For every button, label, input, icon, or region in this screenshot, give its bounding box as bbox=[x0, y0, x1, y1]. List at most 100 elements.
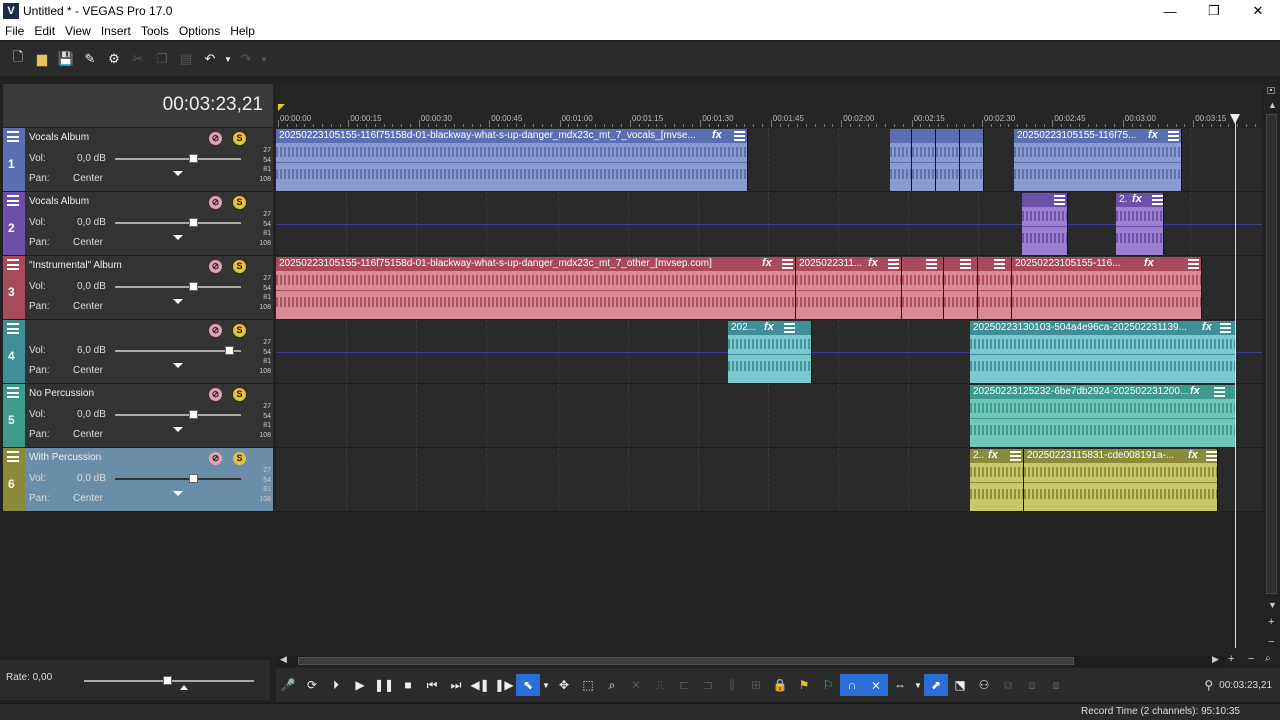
track-lane-2[interactable]: 2. fx bbox=[276, 192, 1262, 256]
event-menu-icon[interactable] bbox=[1188, 259, 1199, 269]
track-name[interactable]: No Percussion bbox=[29, 388, 94, 399]
event-header[interactable] bbox=[890, 129, 911, 143]
normal-edit-tool-icon[interactable]: ⬉ bbox=[516, 674, 540, 696]
volume-slider[interactable] bbox=[115, 222, 241, 224]
trim-end-icon[interactable]: ⊐ bbox=[696, 674, 720, 696]
mute-icon[interactable]: ⊘ bbox=[209, 452, 222, 465]
volume-slider-knob[interactable] bbox=[189, 474, 198, 483]
audio-event[interactable] bbox=[912, 129, 936, 191]
volume-slider-knob[interactable] bbox=[225, 346, 234, 355]
audio-event[interactable] bbox=[902, 257, 944, 319]
track-lane-6[interactable]: 2.. fx 20250223115831-cde008191a-... fx bbox=[276, 448, 1262, 512]
track-name[interactable]: With Percussion bbox=[29, 452, 101, 463]
copy-icon[interactable]: ❐ bbox=[150, 48, 174, 70]
loop-playback-icon[interactable]: ⟳ bbox=[300, 674, 324, 696]
audio-event[interactable]: 20250223115831-cde008191a-... fx bbox=[1024, 449, 1218, 511]
track-header-6[interactable]: 6 With Percussion ⊘ S Vol: 0,0 dB Pan: C… bbox=[3, 448, 273, 512]
track-header-2[interactable]: 2 Vocals Album ⊘ S Vol: 0,0 dB Pan: Cent… bbox=[3, 192, 273, 256]
volume-slider-knob[interactable] bbox=[189, 154, 198, 163]
event-header[interactable] bbox=[936, 129, 959, 143]
insert-region-icon[interactable]: ⚐ bbox=[816, 674, 840, 696]
go-to-end-icon[interactable]: ⏭ bbox=[444, 674, 468, 696]
event-fx-icon[interactable]: fx bbox=[1202, 321, 1212, 333]
solo-icon[interactable]: S bbox=[233, 260, 246, 273]
menu-insert[interactable]: Insert bbox=[96, 24, 136, 38]
vertical-scrollbar[interactable]: 🞔 ▲ ▼ + − bbox=[1264, 84, 1280, 654]
event-fx-icon[interactable]: fx bbox=[988, 449, 998, 461]
menu-help[interactable]: Help bbox=[225, 24, 260, 38]
save-icon[interactable]: 💾 bbox=[54, 48, 78, 70]
menu-view[interactable]: View bbox=[60, 24, 96, 38]
track-lane-5[interactable]: 20250223125232-6be7db2924-202502231200..… bbox=[276, 384, 1262, 448]
play-icon[interactable]: ▶ bbox=[348, 674, 372, 696]
event-menu-icon[interactable] bbox=[1168, 131, 1179, 141]
audio-event[interactable]: 202... fx bbox=[728, 321, 812, 383]
track-lane-4[interactable]: 202... fx 20250223130103-504a4e96ca-202502… bbox=[276, 320, 1262, 384]
pan-slider-knob[interactable] bbox=[173, 171, 183, 176]
audio-event[interactable]: 20250223105155-116f75... fx bbox=[1014, 129, 1182, 191]
event-fx-icon[interactable]: fx bbox=[1190, 385, 1200, 397]
audio-event[interactable]: 20250223130103-504a4e96ca-202502231139..… bbox=[970, 321, 1236, 383]
scroll-left-icon[interactable]: ◀ bbox=[280, 654, 287, 665]
snapping-magnet-icon[interactable]: ∩ bbox=[840, 674, 864, 696]
audio-event[interactable] bbox=[944, 257, 978, 319]
pin-icon[interactable]: 🞔 bbox=[1267, 86, 1275, 97]
vertical-scroll-thumb[interactable] bbox=[1266, 114, 1277, 594]
paste-icon[interactable]: ▤ bbox=[174, 48, 198, 70]
track-header-4[interactable]: 4 ⊘ S Vol: 6,0 dB Pan: Center 27 54 81 108 bbox=[3, 320, 273, 384]
event-menu-icon[interactable] bbox=[734, 131, 745, 141]
event-fx-icon[interactable]: fx bbox=[762, 257, 772, 269]
playhead-cursor[interactable] bbox=[1235, 118, 1236, 648]
zoom-edit-tool-icon[interactable]: ⌕ bbox=[600, 674, 624, 696]
zoom-in-vertical-icon[interactable]: + bbox=[1268, 616, 1274, 628]
edit-tool-dropdown-icon[interactable]: ▼ bbox=[540, 674, 552, 696]
show-sub-tracks-icon[interactable]: ⧈ bbox=[1020, 674, 1044, 696]
event-fx-icon[interactable]: fx bbox=[764, 321, 774, 333]
volume-slider[interactable] bbox=[115, 414, 241, 416]
loop-marker-icon[interactable] bbox=[278, 104, 285, 111]
track-menu-icon[interactable] bbox=[7, 131, 19, 142]
event-header[interactable]: 2025022311... bbox=[796, 257, 901, 271]
cut-icon[interactable]: ✂ bbox=[126, 48, 150, 70]
event-pan-crop-icon[interactable]: ⚇ bbox=[972, 674, 996, 696]
volume-envelope[interactable] bbox=[276, 224, 1262, 225]
timeline-ruler[interactable]: 00:00:00 00:00:15 00:00:30 00:00:45 00:01:00… bbox=[276, 84, 1262, 127]
volume-slider-knob[interactable] bbox=[189, 410, 198, 419]
pan-slider-knob[interactable] bbox=[173, 363, 183, 368]
audio-event[interactable]: 2. fx bbox=[1116, 193, 1164, 255]
lock-envelopes-icon[interactable]: ⬈ bbox=[924, 674, 948, 696]
undo-icon[interactable]: ↶ bbox=[198, 48, 222, 70]
close-button[interactable]: ✕ bbox=[1236, 0, 1280, 22]
event-header[interactable]: 20250223130103-504a4e96ca-202502231139..… bbox=[970, 321, 1235, 335]
stop-icon[interactable]: ■ bbox=[396, 674, 420, 696]
horizontal-scroll-thumb[interactable] bbox=[298, 657, 1074, 665]
delete-icon[interactable]: ✕ bbox=[624, 674, 648, 696]
pan-slider-knob[interactable] bbox=[173, 491, 183, 496]
event-menu-icon[interactable] bbox=[1152, 195, 1163, 205]
audio-event[interactable] bbox=[1022, 193, 1068, 255]
event-fx-icon[interactable]: fx bbox=[1188, 449, 1198, 461]
group-icon[interactable]: ⊞ bbox=[744, 674, 768, 696]
mute-icon[interactable]: ⊘ bbox=[209, 196, 222, 209]
track-header-1[interactable]: 1 Vocals Album ⊘ S Vol: 0,0 dB Pan: Cent… bbox=[3, 128, 273, 192]
track-menu-icon[interactable] bbox=[7, 451, 19, 462]
pan-slider-knob[interactable] bbox=[173, 299, 183, 304]
event-fx-icon[interactable]: fx bbox=[1148, 129, 1158, 141]
event-header[interactable]: 20250223105155-116... bbox=[1012, 257, 1201, 271]
solo-icon[interactable]: S bbox=[233, 324, 246, 337]
volume-slider[interactable] bbox=[115, 350, 241, 352]
track-lane-1[interactable]: 20250223105155-116f75158d-01-blackway-wh… bbox=[276, 128, 1262, 192]
event-menu-icon[interactable] bbox=[1206, 451, 1217, 461]
volume-slider[interactable] bbox=[115, 158, 241, 160]
properties-gear-icon[interactable]: ⚙ bbox=[102, 48, 126, 70]
track-lane-3[interactable]: 20250223105155-116f75158d-01-blackway-wh… bbox=[276, 256, 1262, 320]
track-name[interactable]: Vocals Album bbox=[29, 196, 89, 207]
zoom-out-vertical-icon[interactable]: − bbox=[1268, 636, 1274, 648]
menu-file[interactable]: File bbox=[0, 24, 29, 38]
event-menu-icon[interactable] bbox=[1220, 323, 1231, 333]
menu-options[interactable]: Options bbox=[174, 24, 225, 38]
record-icon[interactable]: 🎤 bbox=[276, 674, 300, 696]
audio-event[interactable]: 20250223125232-6be7db2924-202502231200..… bbox=[970, 385, 1236, 447]
volume-slider[interactable] bbox=[115, 478, 241, 480]
event-header[interactable]: 20250223105155-116f75158d-01-blackway-wh… bbox=[276, 257, 795, 271]
